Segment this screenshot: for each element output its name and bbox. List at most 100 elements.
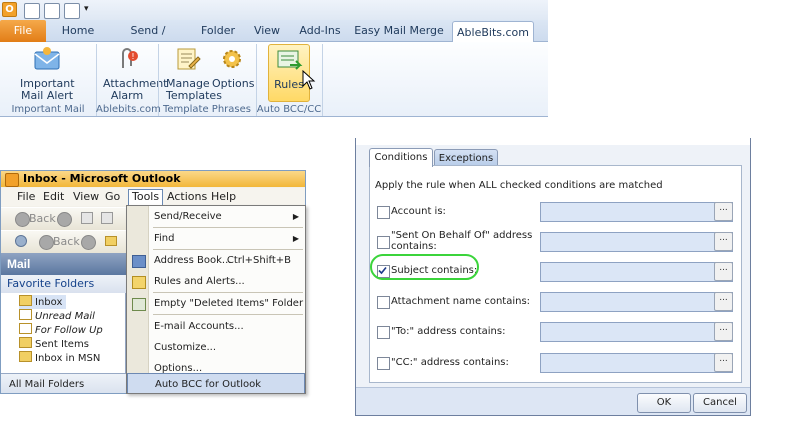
back-button[interactable]: Back <box>53 235 80 248</box>
template-icon <box>177 48 201 70</box>
attachment-browse-button[interactable]: ... <box>714 292 733 311</box>
svg-text:!: ! <box>131 52 134 61</box>
forward-icon[interactable] <box>81 235 96 250</box>
to-label: "To:" address contains: <box>391 326 506 337</box>
menu-item-empty-deleted[interactable]: Empty "Deleted Items" Folder <box>127 293 305 314</box>
options-button[interactable]: Options <box>212 46 254 90</box>
folder-icon <box>19 337 32 348</box>
back-button[interactable]: Back <box>29 212 56 225</box>
folder-label: Sent Items <box>35 339 89 350</box>
qat-dropdown-icon[interactable]: ▾ <box>84 4 89 14</box>
cc-field[interactable] <box>540 353 733 373</box>
back-icon[interactable] <box>15 212 30 227</box>
menu-item-label: Empty "Deleted Items" Folder <box>154 298 304 309</box>
account-field[interactable] <box>540 202 733 222</box>
menu-item-label: Auto BCC for Outlook <box>155 379 262 390</box>
outlook-logo-icon <box>5 173 19 187</box>
paperclip-alarm-icon: ! <box>122 48 138 68</box>
sent-on-behalf-field[interactable] <box>540 232 733 252</box>
undo-icon[interactable] <box>44 3 60 19</box>
favorite-folders-header[interactable]: Favorite Folders <box>1 275 126 293</box>
tab-home[interactable]: Home <box>56 20 100 42</box>
group-label-ablebits: Ablebits.com <box>96 104 161 115</box>
all-mail-folders-header[interactable]: All Mail Folders <box>1 373 126 393</box>
tab-view[interactable]: View <box>248 20 286 42</box>
menu-item-label: E-mail Accounts... <box>154 321 244 332</box>
folder-for-follow-up[interactable]: For Follow Up <box>19 323 103 337</box>
to-checkbox[interactable] <box>377 326 390 339</box>
cc-checkbox[interactable] <box>377 357 390 370</box>
menu-item-send-receive[interactable]: Send/Receive ▶ <box>127 206 305 227</box>
tab-file[interactable]: File <box>0 20 46 42</box>
toolbar-icon[interactable] <box>81 212 93 224</box>
gear-icon[interactable] <box>15 235 27 247</box>
group-label-auto-bcc: Auto BCC/CC <box>256 104 322 115</box>
important-mail-alert-label: Important Mail Alert <box>20 77 75 102</box>
sent-on-behalf-checkbox[interactable] <box>377 236 390 249</box>
tab-folder[interactable]: Folder <box>196 20 240 42</box>
menu-item-auto-bcc[interactable]: Auto BCC for Outlook <box>127 373 305 393</box>
attachment-checkbox[interactable] <box>377 296 390 309</box>
manage-templates-label: Manage Templates <box>166 77 222 102</box>
account-checkbox[interactable] <box>377 206 390 219</box>
cancel-button[interactable]: Cancel <box>693 393 747 413</box>
menu-actions[interactable]: Actions <box>167 190 207 204</box>
customize-qat-icon[interactable] <box>64 3 80 19</box>
tab-ablebits[interactable]: AbleBits.com <box>452 21 534 44</box>
submenu-arrow-icon: ▶ <box>292 212 299 221</box>
menu-edit[interactable]: Edit <box>43 190 64 204</box>
nav-pane-title: Mail <box>1 253 126 275</box>
menu-item-rules-alerts[interactable]: Rules and Alerts... <box>127 271 305 292</box>
to-browse-button[interactable]: ... <box>714 322 733 341</box>
sent-on-behalf-label: "Sent On Behalf Of" address contains: <box>391 230 532 252</box>
menu-item-label: Address Book... <box>154 255 232 266</box>
tab-send-receive[interactable]: Send / Receive <box>108 20 188 59</box>
menu-file[interactable]: File <box>17 190 35 204</box>
outlook-logo-icon: O <box>2 2 17 17</box>
folder-inbox[interactable]: Inbox <box>19 295 67 309</box>
attachment-alarm-button[interactable]: ! Attachment Alarm <box>99 46 168 102</box>
tab-easy-mail-merge[interactable]: Easy Mail Merge <box>354 20 444 42</box>
menu-item-customize[interactable]: Customize... <box>127 337 305 358</box>
subject-field[interactable] <box>540 262 733 282</box>
quick-access-toolbar: O ▾ <box>0 0 548 20</box>
menu-item-address-book[interactable]: Address Book... Ctrl+Shift+B <box>127 250 305 271</box>
account-browse-button[interactable]: ... <box>714 202 733 221</box>
menu-item-label: Customize... <box>154 342 217 353</box>
subject-browse-button[interactable]: ... <box>714 262 733 281</box>
folder-unread-mail[interactable]: Unread Mail <box>19 309 95 323</box>
menu-tools[interactable]: Tools <box>128 189 164 206</box>
menu-view[interactable]: View <box>73 190 99 204</box>
envelope-icon <box>34 47 60 70</box>
condition-row-to: "To:" address contains: ... <box>356 322 750 352</box>
search-folder-icon <box>19 309 32 320</box>
toolbar-icon[interactable] <box>101 212 113 224</box>
menu-go[interactable]: Go <box>105 190 120 204</box>
window-titlebar: Inbox - Microsoft Outlook <box>1 171 305 187</box>
tab-conditions[interactable]: Conditions <box>369 148 433 167</box>
send-receive-icon[interactable] <box>24 3 40 19</box>
ok-button[interactable]: OK <box>637 393 691 413</box>
menu-item-label: Send/Receive <box>154 211 222 222</box>
folder-inbox-in-msn[interactable]: Inbox in MSN <box>19 351 100 365</box>
ribbon-body: Important Mail Alert ! Attachment Alarm … <box>0 42 548 117</box>
menu-help[interactable]: Help <box>211 190 236 204</box>
tab-add-ins[interactable]: Add-Ins <box>294 20 346 42</box>
to-field[interactable] <box>540 322 733 342</box>
group-label-important-mail-alert: Important Mail Alert <box>11 104 85 115</box>
back-icon[interactable] <box>39 235 54 250</box>
important-mail-alert-button[interactable]: Important Mail Alert <box>14 46 80 102</box>
folder-sent-items[interactable]: Sent Items <box>19 337 89 351</box>
forward-icon[interactable] <box>57 212 72 227</box>
rules-icon <box>277 50 303 70</box>
menu-item-label: Rules and Alerts... <box>154 276 245 287</box>
folder-icon[interactable] <box>105 236 117 246</box>
menu-item-find[interactable]: Find ▶ <box>127 228 305 249</box>
sent-on-behalf-label-line1: "Sent On Behalf Of" address <box>391 230 533 241</box>
group-separator <box>322 44 323 116</box>
sent-on-behalf-browse-button[interactable]: ... <box>714 232 733 251</box>
cc-browse-button[interactable]: ... <box>714 353 733 372</box>
manage-templates-button[interactable]: Manage Templates <box>162 46 222 102</box>
attachment-field[interactable] <box>540 292 733 312</box>
menu-item-email-accounts[interactable]: E-mail Accounts... <box>127 316 305 337</box>
